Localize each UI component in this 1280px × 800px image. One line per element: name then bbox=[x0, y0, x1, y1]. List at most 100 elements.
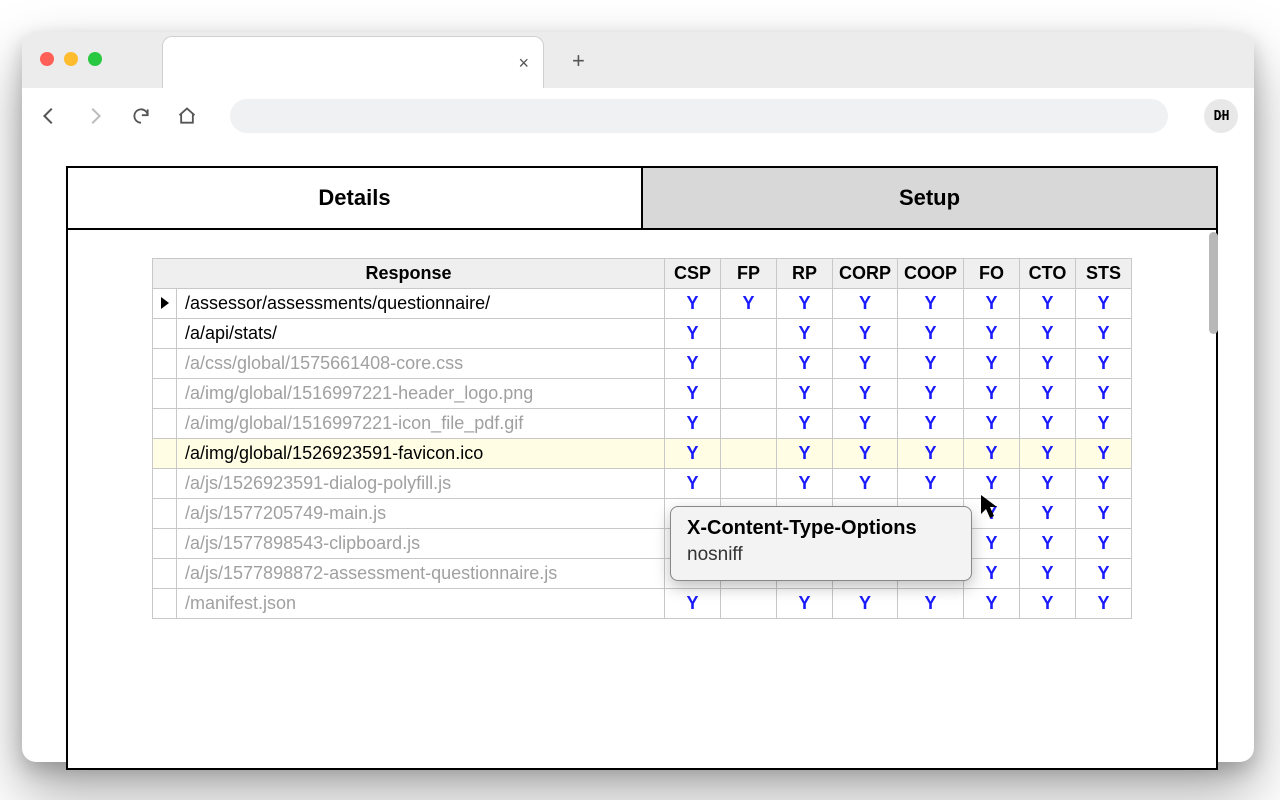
header-status-cell: Y bbox=[776, 319, 832, 349]
header-status-cell: Y bbox=[720, 289, 776, 319]
reload-button[interactable] bbox=[130, 105, 152, 127]
header-status-cell: Y bbox=[664, 589, 720, 619]
window-controls bbox=[40, 52, 102, 66]
response-path: /a/js/1526923591-dialog-polyfill.js bbox=[177, 469, 665, 499]
header-status-cell: Y bbox=[664, 349, 720, 379]
expand-toggle[interactable] bbox=[153, 319, 177, 349]
header-status-cell: Y bbox=[776, 469, 832, 499]
table-row[interactable]: /assessor/assessments/questionnaire/YYYY… bbox=[153, 289, 1132, 319]
header-status-cell: Y bbox=[964, 439, 1020, 469]
column-header: STS bbox=[1076, 259, 1132, 289]
header-status-cell: Y bbox=[1020, 379, 1076, 409]
header-status-cell: Y bbox=[832, 379, 897, 409]
header-status-cell bbox=[720, 589, 776, 619]
header-status-cell: Y bbox=[1020, 469, 1076, 499]
header-status-cell: Y bbox=[964, 289, 1020, 319]
response-path: /a/js/1577205749-main.js bbox=[177, 499, 665, 529]
header-status-cell: Y bbox=[776, 439, 832, 469]
header-status-cell: Y bbox=[1076, 379, 1132, 409]
header-status-cell: Y bbox=[897, 409, 963, 439]
header-status-cell: Y bbox=[1020, 559, 1076, 589]
header-status-cell: Y bbox=[1020, 529, 1076, 559]
address-bar[interactable] bbox=[230, 99, 1168, 133]
back-button[interactable] bbox=[38, 105, 60, 127]
expand-toggle[interactable] bbox=[153, 289, 177, 319]
header-status-cell: Y bbox=[1076, 499, 1132, 529]
header-status-cell: Y bbox=[832, 409, 897, 439]
header-status-cell: Y bbox=[1020, 409, 1076, 439]
table-row[interactable]: /a/img/global/1516997221-header_logo.png… bbox=[153, 379, 1132, 409]
header-status-cell: Y bbox=[664, 439, 720, 469]
table-row[interactable]: /a/api/stats/YYYYYYY bbox=[153, 319, 1132, 349]
header-status-cell bbox=[720, 319, 776, 349]
response-path: /assessor/assessments/questionnaire/ bbox=[177, 289, 665, 319]
header-status-cell: Y bbox=[776, 349, 832, 379]
table-row[interactable]: /manifest.jsonYYYYYYY bbox=[153, 589, 1132, 619]
close-window-icon[interactable] bbox=[40, 52, 54, 66]
column-header: CORP bbox=[832, 259, 897, 289]
expand-toggle[interactable] bbox=[153, 559, 177, 589]
header-status-cell: Y bbox=[1076, 439, 1132, 469]
expand-toggle[interactable] bbox=[153, 499, 177, 529]
header-status-cell: Y bbox=[897, 349, 963, 379]
response-path: /a/js/1577898872-assessment-questionnair… bbox=[177, 559, 665, 589]
tooltip-title: X-Content-Type-Options bbox=[687, 517, 955, 540]
cursor-icon bbox=[980, 494, 1000, 525]
header-status-cell: Y bbox=[1076, 349, 1132, 379]
header-status-cell: Y bbox=[1076, 589, 1132, 619]
forward-button[interactable] bbox=[84, 105, 106, 127]
tab-setup[interactable]: Setup bbox=[643, 168, 1216, 228]
table-row[interactable]: /a/css/global/1575661408-core.cssYYYYYYY bbox=[153, 349, 1132, 379]
header-status-cell: Y bbox=[1020, 349, 1076, 379]
header-status-cell: Y bbox=[832, 289, 897, 319]
header-status-cell: Y bbox=[1020, 319, 1076, 349]
header-status-cell: Y bbox=[964, 589, 1020, 619]
header-status-cell: Y bbox=[664, 289, 720, 319]
expand-toggle[interactable] bbox=[153, 469, 177, 499]
column-header: RP bbox=[776, 259, 832, 289]
home-button[interactable] bbox=[176, 105, 198, 127]
expand-toggle[interactable] bbox=[153, 379, 177, 409]
expand-toggle[interactable] bbox=[153, 409, 177, 439]
header-status-cell: Y bbox=[897, 589, 963, 619]
browser-tab[interactable]: × bbox=[162, 36, 544, 88]
scrollbar[interactable] bbox=[1209, 232, 1218, 334]
expand-toggle[interactable] bbox=[153, 349, 177, 379]
header-status-cell: Y bbox=[897, 469, 963, 499]
tab-details[interactable]: Details bbox=[68, 168, 643, 228]
header-status-cell bbox=[720, 409, 776, 439]
header-status-cell: Y bbox=[1020, 589, 1076, 619]
header-status-cell bbox=[720, 469, 776, 499]
minimize-window-icon[interactable] bbox=[64, 52, 78, 66]
header-status-cell: Y bbox=[664, 469, 720, 499]
header-status-cell: Y bbox=[1076, 559, 1132, 589]
close-tab-icon[interactable]: × bbox=[518, 53, 529, 74]
new-tab-button[interactable]: + bbox=[572, 48, 585, 74]
table-row[interactable]: /a/js/1577898872-assessment-questionnair… bbox=[153, 559, 1132, 589]
table-row[interactable]: /a/img/global/1526923591-favicon.icoYYYY… bbox=[153, 439, 1132, 469]
column-header: COOP bbox=[897, 259, 963, 289]
header-status-cell: Y bbox=[776, 289, 832, 319]
extension-icon[interactable]: D⁄H bbox=[1204, 99, 1238, 133]
header-status-cell: Y bbox=[832, 469, 897, 499]
column-header: CSP bbox=[664, 259, 720, 289]
header-status-cell: Y bbox=[832, 439, 897, 469]
table-row[interactable]: /a/img/global/1516997221-icon_file_pdf.g… bbox=[153, 409, 1132, 439]
headers-table: ResponseCSPFPRPCORPCOOPFOCTOSTS /assesso… bbox=[152, 258, 1132, 619]
maximize-window-icon[interactable] bbox=[88, 52, 102, 66]
header-status-cell: Y bbox=[964, 349, 1020, 379]
column-header: FP bbox=[720, 259, 776, 289]
expand-toggle[interactable] bbox=[153, 589, 177, 619]
header-status-cell: Y bbox=[1076, 469, 1132, 499]
header-status-cell: Y bbox=[1076, 289, 1132, 319]
header-status-cell: Y bbox=[664, 409, 720, 439]
expand-toggle[interactable] bbox=[153, 529, 177, 559]
expand-toggle[interactable] bbox=[153, 439, 177, 469]
table-row[interactable]: /a/js/1577898543-clipboard.jsYYYYYYY bbox=[153, 529, 1132, 559]
header-status-cell: Y bbox=[776, 409, 832, 439]
header-status-cell: Y bbox=[832, 589, 897, 619]
response-path: /a/img/global/1516997221-icon_file_pdf.g… bbox=[177, 409, 665, 439]
extension-panel: Details Setup ResponseCSPFPRPCORPCOOPFOC… bbox=[66, 166, 1218, 770]
tooltip-body: nosniff bbox=[687, 544, 955, 566]
header-status-cell: Y bbox=[832, 319, 897, 349]
